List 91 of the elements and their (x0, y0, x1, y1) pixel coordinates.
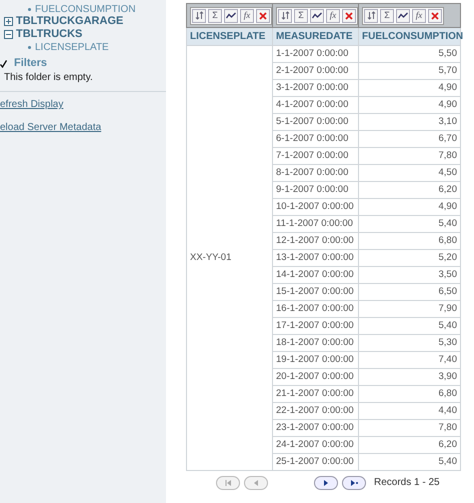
table-cell: 23-1-2007 0:00:00 (272, 420, 358, 436)
bullet-icon (28, 46, 31, 48)
table-cell: 17-1-2007 0:00:00 (272, 318, 358, 334)
table-cell: 5,20 (358, 250, 460, 266)
table-cell: 6,50 (358, 284, 460, 300)
table-cell: 3,90 (358, 368, 460, 386)
table-cell: 12-1-2007 0:00:00 (272, 232, 358, 250)
line-chart-icon (226, 12, 236, 20)
delete-icon (431, 12, 439, 20)
table-cell: 13-1-2007 0:00:00 (272, 250, 358, 266)
chart-button[interactable] (310, 8, 324, 22)
sort-button[interactable] (192, 8, 206, 22)
table-cell: 9-1-2007 0:00:00 (272, 182, 358, 198)
table-cell: 6,80 (358, 386, 460, 402)
table-cell: 5,40 (358, 216, 460, 232)
line-chart-icon (312, 12, 322, 20)
section-title: Filters (13, 56, 48, 72)
collapse-icon[interactable] (4, 30, 13, 39)
table-cell: 3,10 (358, 114, 460, 130)
line-chart-icon (398, 12, 408, 20)
table-cell: 16-1-2007 0:00:00 (272, 300, 358, 318)
table-cell: 24-1-2007 0:00:00 (272, 436, 358, 454)
column-header[interactable]: FUELCONSUMPTION (358, 28, 460, 46)
sum-button[interactable]: Σ (380, 8, 394, 22)
table-cell: 15-1-2007 0:00:00 (272, 284, 358, 300)
chart-button[interactable] (224, 8, 238, 22)
table-cell: 20-1-2007 0:00:00 (272, 368, 358, 386)
table-cell: 21-1-2007 0:00:00 (272, 386, 358, 402)
table-cell: 7,90 (358, 300, 460, 318)
delete-button[interactable] (428, 8, 442, 22)
table-cell: 5,40 (358, 454, 460, 470)
table-cell: 11-1-2007 0:00:00 (272, 216, 358, 232)
table-cell: 6,80 (358, 232, 460, 250)
table-cell: 5,40 (358, 318, 460, 334)
expand-icon[interactable] (4, 17, 13, 26)
link[interactable]: efresh Display (0, 97, 166, 112)
table-cell: 5,50 (358, 46, 460, 62)
sort-icon (194, 11, 204, 20)
table-cell: 2-1-2007 0:00:00 (272, 62, 358, 80)
sort-icon (366, 11, 376, 20)
link[interactable]: eload Server Metadata (0, 120, 166, 135)
bullet-icon (28, 8, 31, 10)
chart-button[interactable] (396, 8, 410, 22)
table-cell: 8-1-2007 0:00:00 (272, 164, 358, 182)
sort-button[interactable] (278, 8, 292, 22)
table-cell: 4,40 (358, 402, 460, 420)
sum-button[interactable]: Σ (294, 8, 308, 22)
table-cell: 7,80 (358, 148, 460, 164)
table-cell: 7,40 (358, 352, 460, 368)
table-cell: 6,70 (358, 130, 460, 148)
table-cell: 22-1-2007 0:00:00 (272, 402, 358, 420)
table-cell: 25-1-2007 0:00:00 (272, 454, 358, 470)
sum-button[interactable]: Σ (208, 8, 222, 22)
table-cell: 7-1-2007 0:00:00 (272, 148, 358, 164)
table-cell: 1-1-2007 0:00:00 (272, 46, 358, 62)
table-cell: 4,90 (358, 198, 460, 216)
table-cell: 14-1-2007 0:00:00 (272, 266, 358, 284)
table-cell: 6,20 (358, 436, 460, 454)
table-cell: 3,50 (358, 266, 460, 284)
formula-button[interactable]: fx (412, 8, 426, 22)
sort-icon (280, 11, 290, 20)
table-cell: XX-YY-01 (186, 250, 272, 266)
table-cell: 10-1-2007 0:00:00 (272, 198, 358, 216)
table-cell: 5-1-2007 0:00:00 (272, 114, 358, 130)
formula-button[interactable]: fx (326, 8, 340, 22)
table-cell: 4,90 (358, 96, 460, 114)
table-cell: 6,20 (358, 182, 460, 198)
table-cell: 4,90 (358, 80, 460, 96)
table-cell: 19-1-2007 0:00:00 (272, 352, 358, 368)
table-cell: 6-1-2007 0:00:00 (272, 130, 358, 148)
delete-button[interactable] (256, 8, 270, 22)
table-cell: 4,50 (358, 164, 460, 182)
last-page-icon (349, 478, 359, 486)
first-page-icon (223, 478, 233, 486)
column-header[interactable]: LICENSEPLATE (186, 28, 272, 46)
table-cell: 3-1-2007 0:00:00 (272, 80, 358, 96)
delete-icon (345, 12, 353, 20)
sort-button[interactable] (364, 8, 378, 22)
delete-icon (259, 12, 267, 20)
last-page-button[interactable] (342, 476, 366, 490)
delete-button[interactable] (342, 8, 356, 22)
table-cell: 7,80 (358, 420, 460, 436)
column-header[interactable]: MEASUREDATE (272, 28, 358, 46)
record-count: Records 1 - 25 (374, 476, 440, 490)
empty-note: This folder is empty. (3, 71, 94, 85)
table-cell: 18-1-2007 0:00:00 (272, 334, 358, 352)
formula-button[interactable]: fx (240, 8, 254, 22)
table-cell: 5,30 (358, 334, 460, 352)
table-cell: 5,70 (358, 62, 460, 80)
next-page-button[interactable] (314, 476, 338, 490)
table-cell: 4-1-2007 0:00:00 (272, 96, 358, 114)
